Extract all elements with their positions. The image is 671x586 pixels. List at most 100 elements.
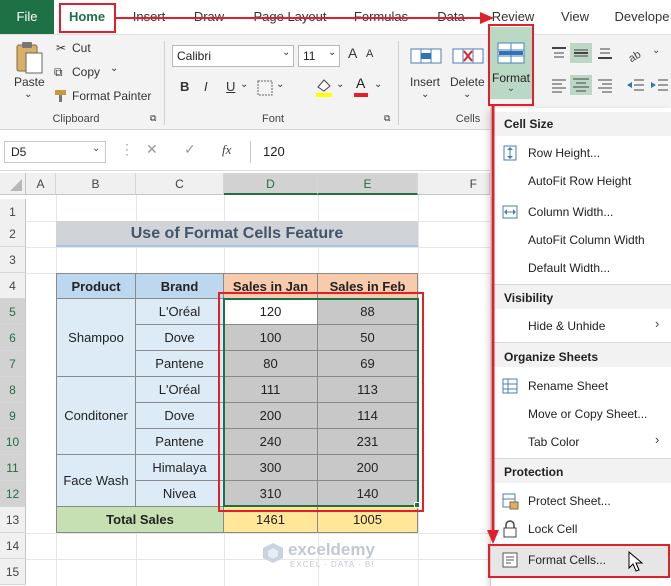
- brand-cell[interactable]: Pantene: [135, 350, 224, 377]
- brand-cell[interactable]: Pantene: [135, 428, 224, 455]
- orientation-icon[interactable]: ab: [626, 45, 648, 63]
- row-header[interactable]: 2: [0, 221, 26, 247]
- menu-item-rename-sheet[interactable]: Rename Sheet: [528, 379, 608, 393]
- row-header[interactable]: 11: [0, 455, 26, 481]
- menu-item-autofit-row[interactable]: AutoFit Row Height: [528, 174, 631, 188]
- menu-item-move-copy[interactable]: Move or Copy Sheet...: [528, 407, 647, 421]
- row-header[interactable]: 5: [0, 299, 26, 325]
- brand-cell[interactable]: Nivea: [135, 480, 224, 507]
- format-painter-icon[interactable]: [54, 89, 68, 103]
- italic-button[interactable]: I: [204, 79, 208, 94]
- middle-align-button[interactable]: [570, 43, 592, 63]
- copy-icon[interactable]: ⧉: [54, 65, 63, 80]
- row-header[interactable]: 12: [0, 481, 26, 507]
- font-color-icon[interactable]: A: [356, 75, 365, 91]
- decrease-indent-icon[interactable]: [626, 77, 646, 93]
- brand-cell[interactable]: L'Oréal: [135, 376, 224, 403]
- bold-button[interactable]: B: [180, 79, 189, 94]
- column-header[interactable]: C: [136, 173, 224, 195]
- bottom-align-icon[interactable]: [596, 45, 614, 61]
- name-box[interactable]: D5: [4, 141, 106, 163]
- font-size-dropdown-icon[interactable]: ⌄: [328, 47, 336, 58]
- row-header[interactable]: 6: [0, 325, 26, 351]
- borders-dropdown-icon[interactable]: ⌄: [276, 79, 284, 90]
- column-header[interactable]: E: [318, 173, 418, 195]
- underline-button[interactable]: U: [226, 79, 235, 94]
- borders-icon[interactable]: [256, 79, 274, 97]
- total-label[interactable]: Total Sales: [56, 506, 224, 533]
- product-cell[interactable]: Face Wash: [56, 454, 136, 507]
- menu-item-autofit-column[interactable]: AutoFit Column Width: [528, 233, 645, 247]
- menu-item-protect-sheet[interactable]: Protect Sheet...: [528, 494, 611, 508]
- column-header[interactable]: A: [26, 173, 56, 195]
- cut-button[interactable]: Cut: [72, 41, 91, 55]
- product-cell[interactable]: Conditoner: [56, 376, 136, 455]
- fill-color-icon[interactable]: [314, 77, 334, 97]
- menu-item-lock-cell[interactable]: Lock Cell: [528, 522, 577, 536]
- select-all-icon: [10, 179, 22, 191]
- column-header[interactable]: F: [418, 173, 490, 195]
- menu-item-tab-color[interactable]: Tab Color: [528, 435, 579, 449]
- insert-button[interactable]: Insert: [410, 75, 440, 89]
- delete-cells-icon[interactable]: [452, 43, 484, 71]
- font-name-dropdown-icon[interactable]: ⌄: [282, 47, 290, 58]
- format-painter-button[interactable]: Format Painter: [72, 89, 151, 103]
- menu-item-row-height[interactable]: Row Height...: [528, 146, 600, 160]
- clipboard-launcher-icon[interactable]: ⧉: [150, 113, 156, 124]
- select-all-corner[interactable]: [0, 173, 26, 195]
- row-header[interactable]: 4: [0, 273, 26, 299]
- menu-item-column-width[interactable]: Column Width...: [528, 205, 613, 219]
- brand-cell[interactable]: Himalaya: [135, 454, 224, 481]
- row-header[interactable]: 9: [0, 403, 26, 429]
- shrink-font-icon[interactable]: A: [366, 48, 373, 60]
- cancel-icon[interactable]: ✕: [146, 141, 158, 158]
- brand-cell[interactable]: Dove: [135, 324, 224, 351]
- row-header[interactable]: 3: [0, 247, 26, 273]
- formula-value: 120: [263, 144, 285, 159]
- copy-button[interactable]: Copy: [72, 65, 100, 79]
- brand-cell[interactable]: L'Oréal: [135, 298, 224, 325]
- orientation-dropdown-icon[interactable]: ⌄: [652, 45, 660, 56]
- row-header[interactable]: 8: [0, 377, 26, 403]
- formula-input[interactable]: 120: [250, 141, 490, 163]
- underline-dropdown-icon[interactable]: ⌄: [240, 79, 248, 90]
- top-align-icon[interactable]: [550, 45, 568, 61]
- delete-button[interactable]: Delete: [450, 75, 485, 89]
- row-header[interactable]: 14: [0, 533, 26, 559]
- font-name-select[interactable]: Calibri: [172, 45, 294, 67]
- insert-cells-icon[interactable]: [410, 43, 442, 71]
- product-cell[interactable]: Shampoo: [56, 298, 136, 377]
- row-header[interactable]: 10: [0, 429, 26, 455]
- delete-dropdown-icon[interactable]: ⌄: [463, 89, 471, 100]
- row-header[interactable]: 15: [0, 559, 26, 585]
- tab-file[interactable]: File: [0, 0, 54, 34]
- row-header[interactable]: 13: [0, 507, 26, 533]
- font-color-dropdown-icon[interactable]: ⌄: [374, 79, 382, 90]
- paste-icon[interactable]: [14, 41, 44, 75]
- row-header[interactable]: 7: [0, 351, 26, 377]
- increase-indent-icon[interactable]: [650, 77, 670, 93]
- copy-dropdown-icon[interactable]: ⌄: [110, 63, 118, 74]
- align-right-icon[interactable]: [596, 77, 614, 93]
- insert-function-icon[interactable]: fx: [222, 142, 231, 158]
- font-launcher-icon[interactable]: ⧉: [384, 113, 390, 124]
- menu-item-default-width[interactable]: Default Width...: [528, 261, 610, 275]
- tab-developer[interactable]: Develope: [610, 0, 671, 34]
- fill-color-dropdown-icon[interactable]: ⌄: [336, 79, 344, 90]
- grow-font-icon[interactable]: A: [348, 45, 357, 61]
- menu-item-hide-unhide[interactable]: Hide & Unhide: [528, 319, 605, 333]
- align-left-icon[interactable]: [550, 77, 568, 93]
- paste-dropdown-icon[interactable]: ⌄: [24, 89, 32, 100]
- name-box-dropdown-icon[interactable]: ⌄: [92, 143, 100, 154]
- header-product[interactable]: Product: [56, 273, 136, 299]
- paste-button[interactable]: Paste: [14, 75, 45, 89]
- column-header[interactable]: B: [56, 173, 136, 195]
- cut-icon[interactable]: ✂: [56, 41, 66, 55]
- tab-view[interactable]: View: [554, 0, 596, 34]
- brand-cell[interactable]: Dove: [135, 402, 224, 429]
- align-center-button[interactable]: [570, 75, 592, 95]
- column-header[interactable]: D: [224, 173, 318, 195]
- insert-dropdown-icon[interactable]: ⌄: [421, 89, 429, 100]
- header-brand[interactable]: Brand: [135, 273, 224, 299]
- enter-icon[interactable]: ✓: [184, 141, 196, 158]
